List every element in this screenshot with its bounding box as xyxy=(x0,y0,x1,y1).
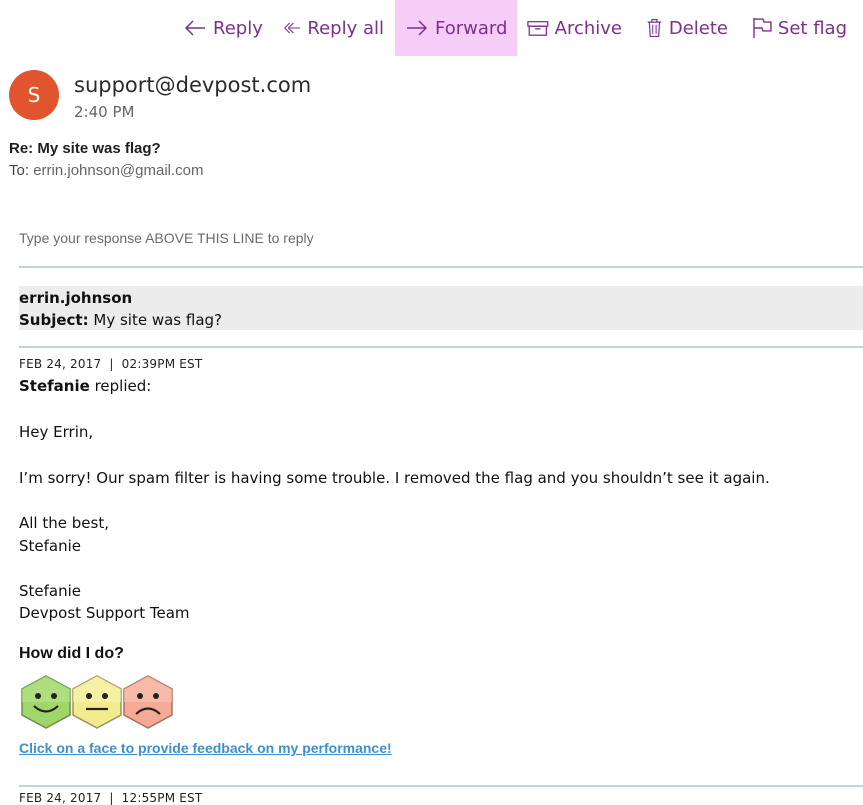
to-label: To: xyxy=(9,162,30,179)
replied-line: Stefanie replied: xyxy=(19,377,151,395)
divider xyxy=(19,346,863,348)
set-flag-button[interactable]: Set flag xyxy=(752,0,847,56)
feedback-heading: How did I do? xyxy=(19,645,124,662)
flag-icon xyxy=(753,18,772,38)
message-time: 2:40 PM xyxy=(74,103,135,121)
closing-name: Stefanie xyxy=(19,537,82,555)
archive-label: Archive xyxy=(554,17,622,39)
feedback-faces xyxy=(19,674,179,730)
archive-button[interactable]: Archive xyxy=(527,0,622,56)
message-text: I’m sorry! Our spam filter is having som… xyxy=(19,469,770,487)
recipient-line: To: errin.johnson@gmail.com xyxy=(9,162,203,179)
quoted-header-block: errin.johnson Subject: My site was flag? xyxy=(19,286,863,330)
happy-face-icon[interactable] xyxy=(19,674,73,730)
reply-label: Reply xyxy=(213,17,263,39)
neutral-face-icon[interactable] xyxy=(70,674,124,730)
set-flag-label: Set flag xyxy=(777,17,847,39)
sender-address[interactable]: support@devpost.com xyxy=(74,73,311,97)
greeting-text: Hey Errin, xyxy=(19,423,94,441)
message-subject: Re: My site was flag? xyxy=(9,140,161,157)
signature-team: Devpost Support Team xyxy=(19,604,190,622)
reply-date-line: FEB 24, 2017 | 02:39PM EST xyxy=(19,357,203,371)
divider xyxy=(19,785,863,787)
reply-all-button[interactable]: Reply all xyxy=(284,0,384,56)
signature-name: Stefanie xyxy=(19,582,82,600)
quoted-subject-line: Subject: My site was flag? xyxy=(19,311,222,329)
reply-all-arrow-icon xyxy=(284,22,300,34)
forward-label: Forward xyxy=(435,17,508,39)
quoted-subject: My site was flag? xyxy=(93,311,223,329)
reply-button[interactable]: Reply xyxy=(183,0,263,56)
message-toolbar: Reply Reply all Forward Archive Delete S… xyxy=(0,0,863,56)
quoted-subject-label: Subject: xyxy=(19,311,89,329)
reply-hint: Type your response ABOVE THIS LINE to re… xyxy=(19,230,314,246)
archive-box-icon xyxy=(527,21,549,36)
delete-button[interactable]: Delete xyxy=(646,0,728,56)
sender-avatar: S xyxy=(9,70,59,120)
recipient-address[interactable]: errin.johnson@gmail.com xyxy=(33,162,203,179)
delete-label: Delete xyxy=(668,17,728,39)
trash-icon xyxy=(647,18,662,38)
reply-arrow-icon xyxy=(184,20,205,36)
reply-all-label: Reply all xyxy=(307,17,384,39)
replier-name: Stefanie xyxy=(19,377,90,395)
closing-text: All the best, xyxy=(19,514,109,532)
divider xyxy=(19,266,863,268)
avatar-initial: S xyxy=(27,83,41,107)
quoted-sender: errin.johnson xyxy=(19,289,133,307)
feedback-link[interactable]: Click on a face to provide feedback on m… xyxy=(19,740,392,756)
forward-button[interactable]: Forward xyxy=(395,0,517,56)
forward-arrow-icon xyxy=(407,20,428,36)
sad-face-icon[interactable] xyxy=(121,674,175,730)
replied-suffix: replied: xyxy=(94,377,152,395)
